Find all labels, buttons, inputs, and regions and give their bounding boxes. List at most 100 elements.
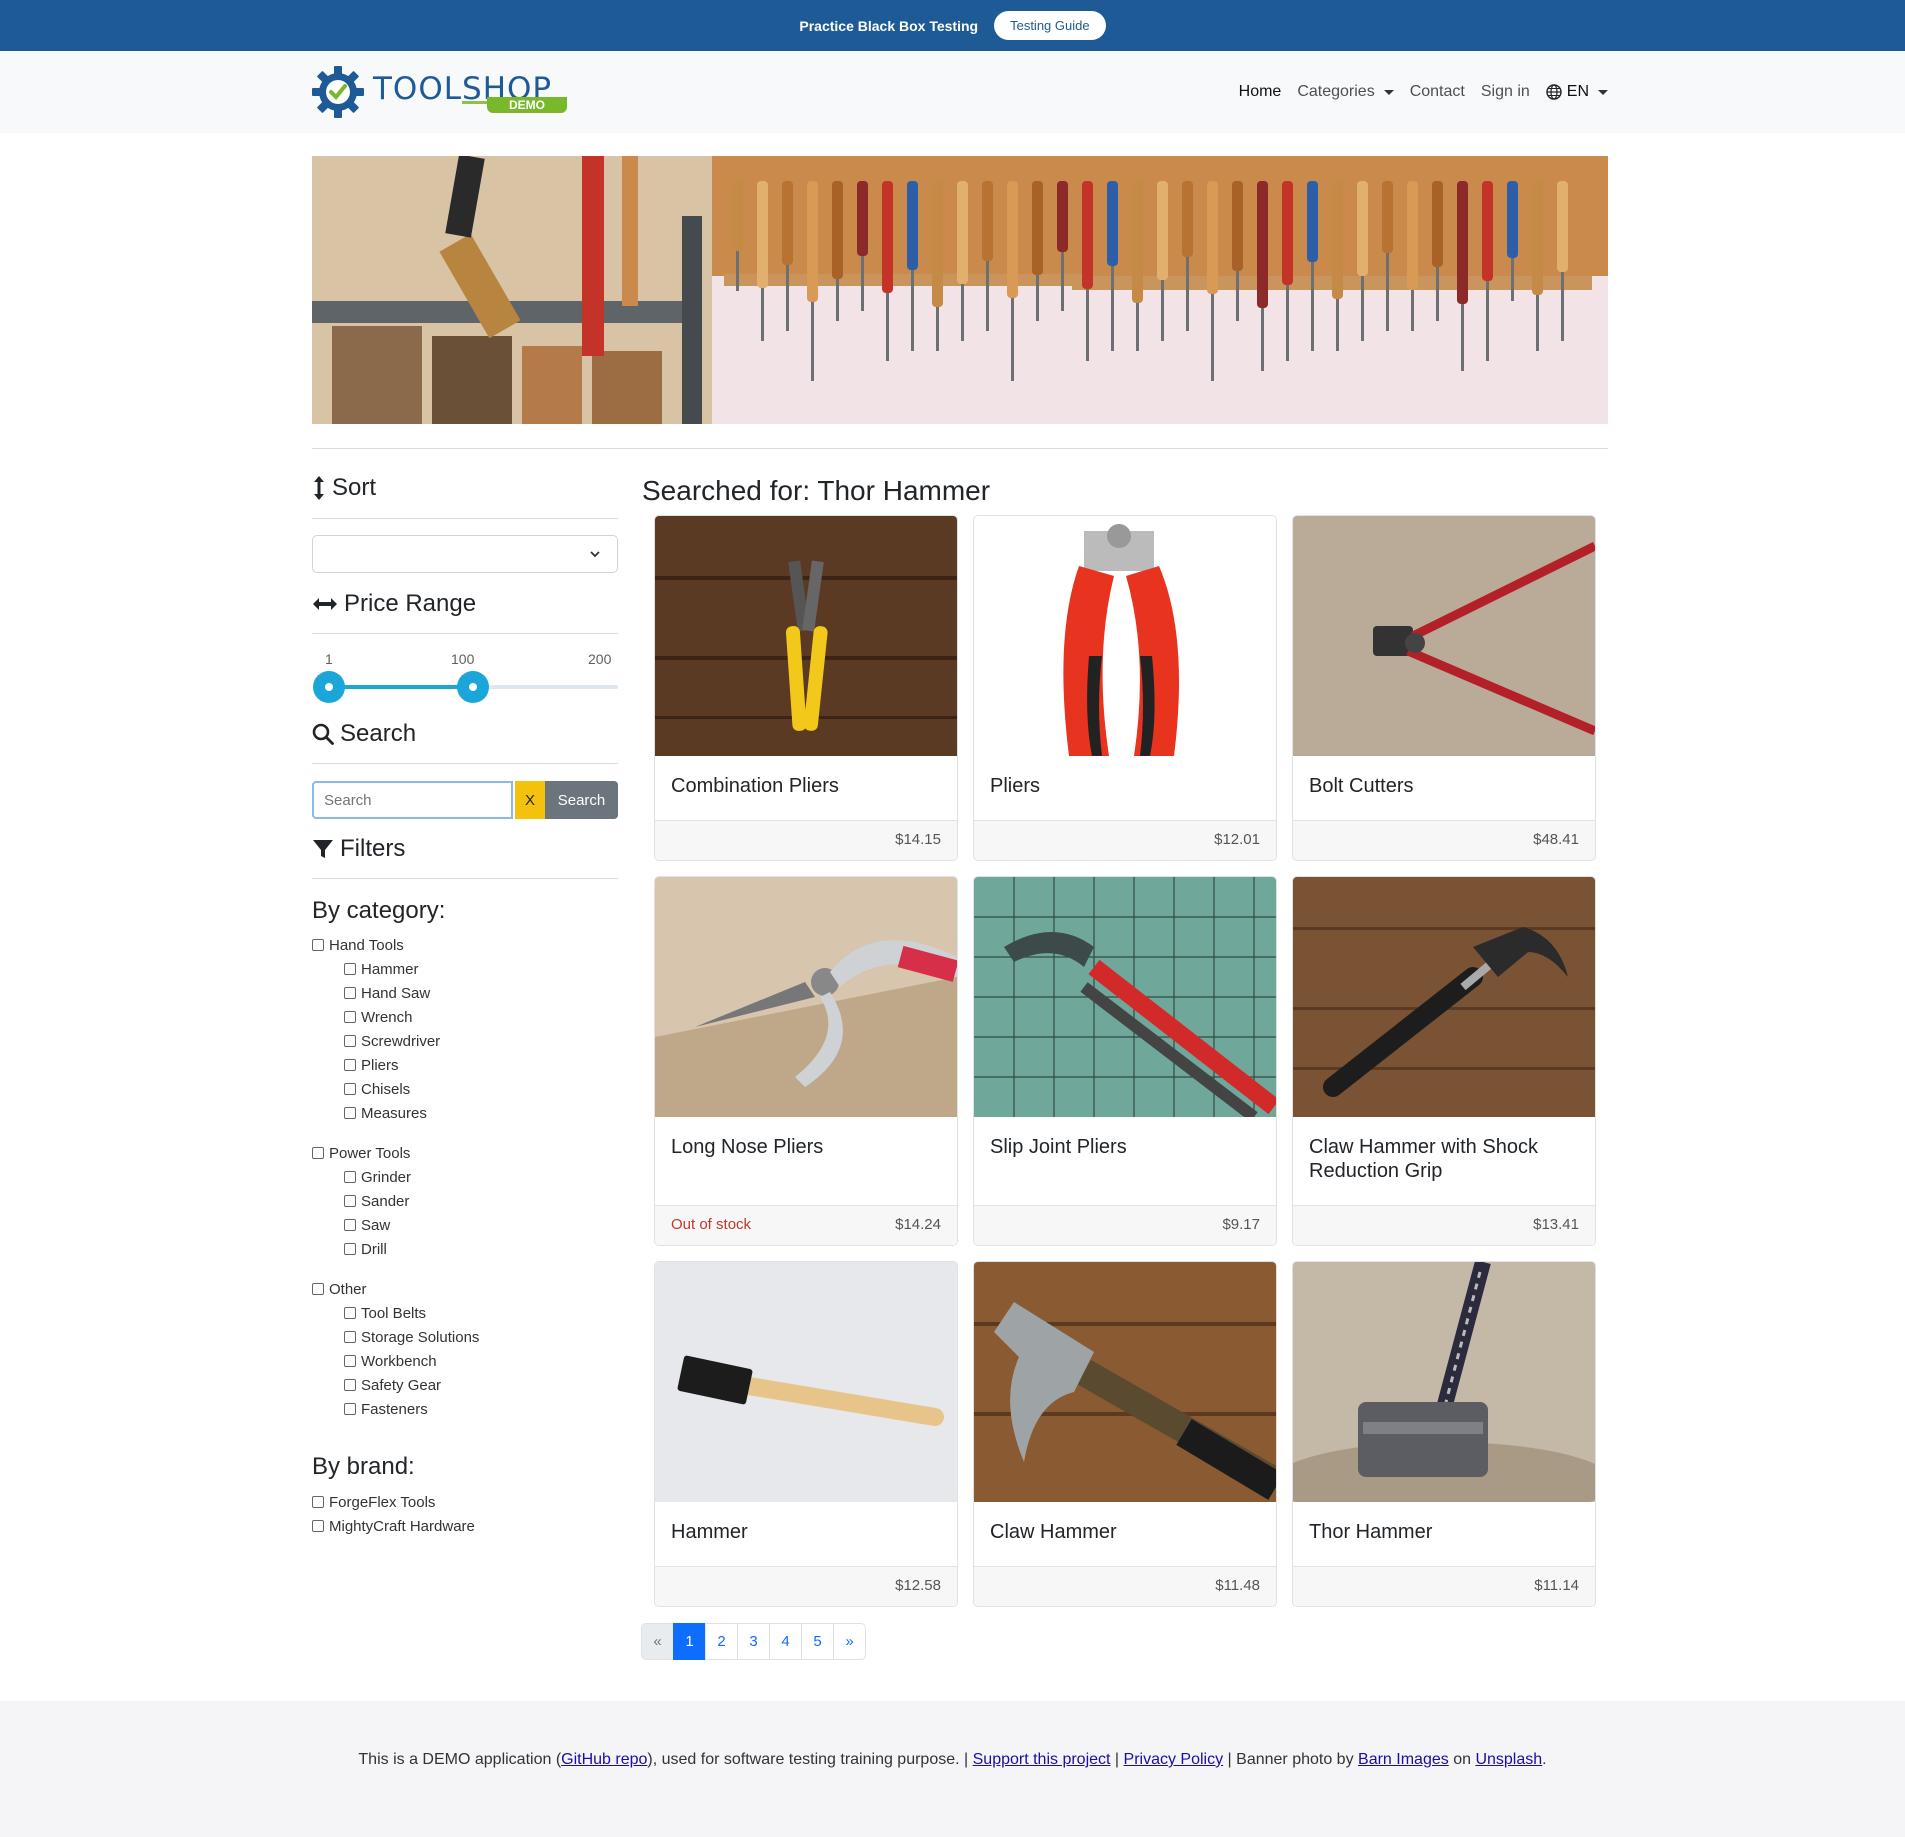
- checkbox[interactable]: [312, 1283, 324, 1295]
- brand-filter[interactable]: MightyCraft Hardware: [312, 1516, 475, 1536]
- pagination-prev[interactable]: «: [641, 1623, 674, 1660]
- price-slider-max-handle[interactable]: [456, 671, 489, 703]
- nav-categories-dropdown[interactable]: Categories: [1297, 83, 1394, 101]
- subcategory-filter[interactable]: Fasteners: [344, 1399, 428, 1419]
- promo-text: Practice Black Box Testing: [799, 17, 979, 34]
- price-slider-min-handle[interactable]: [313, 671, 345, 703]
- product-image[interactable]: [974, 877, 1276, 1117]
- checkbox[interactable]: [344, 1035, 356, 1047]
- subcategory-filter[interactable]: Safety Gear: [344, 1375, 441, 1395]
- price-range-heading: Price Range: [312, 590, 476, 618]
- checkbox[interactable]: [344, 1355, 356, 1367]
- language-dropdown[interactable]: EN: [1546, 83, 1608, 101]
- barn-images-link[interactable]: Barn Images: [1358, 1751, 1449, 1768]
- brand-filter[interactable]: ForgeFlex Tools: [312, 1492, 435, 1512]
- nav-home[interactable]: Home: [1239, 83, 1282, 101]
- product-name[interactable]: Bolt Cutters: [1309, 774, 1579, 798]
- checkbox[interactable]: [344, 1379, 356, 1391]
- language-label: EN: [1566, 83, 1589, 100]
- product-name[interactable]: Claw Hammer: [990, 1520, 1260, 1544]
- pagination-page[interactable]: 3: [737, 1623, 770, 1660]
- product-card-footer: $14.15: [655, 820, 957, 860]
- checkbox[interactable]: [344, 1403, 356, 1415]
- pagination-page[interactable]: 1: [673, 1623, 706, 1660]
- search-submit-button[interactable]: Search: [545, 781, 618, 819]
- checkbox[interactable]: [312, 1520, 324, 1532]
- product-card[interactable]: Claw Hammer with Shock Reduction Grip $13…: [1292, 876, 1596, 1246]
- checkbox[interactable]: [344, 1107, 356, 1119]
- nav-sign-in[interactable]: Sign in: [1481, 83, 1530, 101]
- product-image[interactable]: [1293, 877, 1595, 1117]
- testing-guide-button[interactable]: Testing Guide: [994, 11, 1106, 40]
- subcategory-filter[interactable]: Wrench: [344, 1007, 412, 1027]
- pagination-page[interactable]: 4: [769, 1623, 802, 1660]
- product-image[interactable]: [974, 1262, 1276, 1502]
- subcategory-filter[interactable]: Screwdriver: [344, 1031, 440, 1051]
- product-card[interactable]: Slip Joint Pliers $9.17: [973, 876, 1277, 1246]
- filter-label: Chisels: [361, 1080, 411, 1098]
- checkbox[interactable]: [312, 1496, 324, 1508]
- product-image[interactable]: [1293, 1262, 1595, 1502]
- product-card[interactable]: Bolt Cutters $48.41: [1292, 515, 1596, 861]
- checkbox[interactable]: [344, 1083, 356, 1095]
- pagination-page[interactable]: 2: [705, 1623, 738, 1660]
- product-image[interactable]: [655, 877, 957, 1117]
- product-name[interactable]: Pliers: [990, 774, 1260, 798]
- product-card[interactable]: Claw Hammer $11.48: [973, 1261, 1277, 1607]
- checkbox[interactable]: [344, 1171, 356, 1183]
- checkbox[interactable]: [344, 1195, 356, 1207]
- product-image[interactable]: [655, 1262, 957, 1502]
- checkbox[interactable]: [344, 1059, 356, 1071]
- product-name[interactable]: Long Nose Pliers: [671, 1135, 941, 1159]
- pagination-page[interactable]: 5: [801, 1623, 834, 1660]
- subcategory-filter[interactable]: Saw: [344, 1215, 390, 1235]
- checkbox[interactable]: [344, 1307, 356, 1319]
- product-image[interactable]: [655, 516, 957, 756]
- product-name[interactable]: Slip Joint Pliers: [990, 1135, 1260, 1159]
- category-filter[interactable]: Power Tools: [312, 1143, 410, 1163]
- support-project-link[interactable]: Support this project: [973, 1751, 1111, 1768]
- checkbox[interactable]: [344, 1011, 356, 1023]
- sort-select[interactable]: [312, 535, 618, 573]
- subcategory-filter[interactable]: Workbench: [344, 1351, 437, 1371]
- product-card[interactable]: Long Nose Pliers Out of stock $14.24: [654, 876, 958, 1246]
- checkbox[interactable]: [344, 1243, 356, 1255]
- unsplash-link[interactable]: Unsplash: [1475, 1751, 1542, 1768]
- product-card[interactable]: Thor Hammer $11.14: [1292, 1261, 1596, 1607]
- checkbox[interactable]: [312, 939, 324, 951]
- checkbox[interactable]: [344, 1219, 356, 1231]
- subcategory-filter[interactable]: Hammer: [344, 959, 419, 979]
- pagination-next[interactable]: »: [833, 1623, 866, 1660]
- category-filter[interactable]: Other: [312, 1279, 367, 1299]
- subcategory-filter[interactable]: Hand Saw: [344, 983, 430, 1003]
- subcategory-filter[interactable]: Measures: [344, 1103, 427, 1123]
- subcategory-filter[interactable]: Storage Solutions: [344, 1327, 479, 1347]
- github-repo-link[interactable]: GitHub repo: [561, 1751, 647, 1768]
- category-filter[interactable]: Hand Tools: [312, 935, 404, 955]
- search-input[interactable]: [312, 781, 513, 819]
- product-name[interactable]: Hammer: [671, 1520, 941, 1544]
- product-name[interactable]: Thor Hammer: [1309, 1520, 1579, 1544]
- clear-search-button[interactable]: X: [515, 781, 545, 819]
- product-image[interactable]: [1293, 516, 1595, 756]
- nav-contact[interactable]: Contact: [1410, 83, 1465, 101]
- product-image[interactable]: [974, 516, 1276, 756]
- product-card[interactable]: Pliers $12.01: [973, 515, 1277, 861]
- subcategory-filter[interactable]: Sander: [344, 1191, 409, 1211]
- subcategory-filter[interactable]: Grinder: [344, 1167, 411, 1187]
- product-card[interactable]: Combination Pliers $14.15: [654, 515, 958, 861]
- checkbox[interactable]: [344, 987, 356, 999]
- product-card[interactable]: Hammer $12.58: [654, 1261, 958, 1607]
- product-card-footer: $13.41: [1293, 1205, 1595, 1245]
- checkbox[interactable]: [312, 1147, 324, 1159]
- subcategory-filter[interactable]: Drill: [344, 1239, 387, 1259]
- privacy-policy-link[interactable]: Privacy Policy: [1124, 1751, 1224, 1768]
- subcategory-filter[interactable]: Chisels: [344, 1079, 410, 1099]
- subcategory-filter[interactable]: Tool Belts: [344, 1303, 426, 1323]
- checkbox[interactable]: [344, 1331, 356, 1343]
- product-name[interactable]: Claw Hammer with Shock Reduction Grip: [1309, 1135, 1579, 1183]
- subcategory-filter[interactable]: Pliers: [344, 1055, 399, 1075]
- product-name[interactable]: Combination Pliers: [671, 774, 941, 798]
- checkbox[interactable]: [344, 963, 356, 975]
- toolshop-logo[interactable]: TOOLSHOP DEMO: [311, 63, 567, 121]
